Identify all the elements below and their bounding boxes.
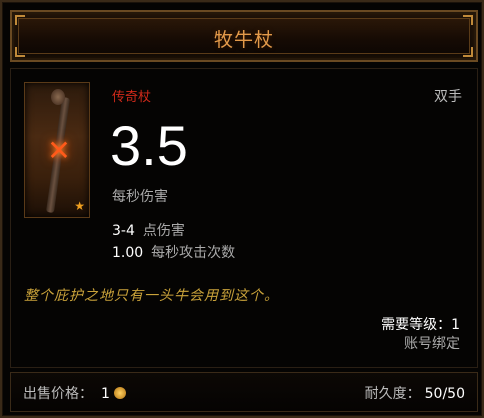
staff-head (51, 89, 65, 105)
durability-label: 耐久度： (364, 386, 421, 402)
durability-value: 50/50 (424, 386, 465, 402)
sell-price: 出售价格： 1 (23, 383, 126, 403)
sell-label: 出售价格： (23, 386, 93, 402)
dps-value: 3.5 (110, 114, 188, 177)
attack-speed-label: 每秒攻击次数 (151, 245, 236, 261)
corner-ornament (15, 15, 25, 25)
attack-speed-value: 1.00 (112, 245, 144, 261)
binding-status: 账号绑定 (404, 336, 460, 352)
item-name: 牧牛杖 (213, 29, 274, 51)
damage-range: 3-4 (112, 223, 135, 239)
required-level: 需要等级：1 (381, 317, 460, 333)
gold-coin-icon (113, 387, 126, 399)
cross-icon: ✕ (47, 134, 71, 167)
damage-stat: 3-4 点伤害 (112, 220, 185, 240)
corner-ornament (463, 15, 473, 25)
star-icon: ★ (74, 199, 85, 213)
item-hands: 双手 (434, 89, 462, 105)
tooltip-header: 牧牛杖 (10, 10, 478, 62)
item-portrait: ✕ ★ (24, 82, 90, 218)
tooltip-footer: 出售价格： 1 耐久度： 50/50 (10, 372, 478, 412)
flavor-text: 整个庇护之地只有一头牛会用到这个。 (24, 288, 279, 304)
damage-label: 点伤害 (142, 223, 185, 239)
item-type: 传奇杖 (112, 90, 152, 105)
item-tooltip: 牧牛杖 ✕ ★ 传奇杖 双手 3.5 每秒伤害 3-4 点伤害 1.00 每秒攻击次… (0, 0, 484, 418)
attack-speed-stat: 1.00 每秒攻击次数 (112, 242, 235, 262)
sell-value: 1 (101, 386, 110, 402)
dps-label: 每秒伤害 (112, 189, 168, 205)
durability: 耐久度： 50/50 (365, 383, 465, 403)
